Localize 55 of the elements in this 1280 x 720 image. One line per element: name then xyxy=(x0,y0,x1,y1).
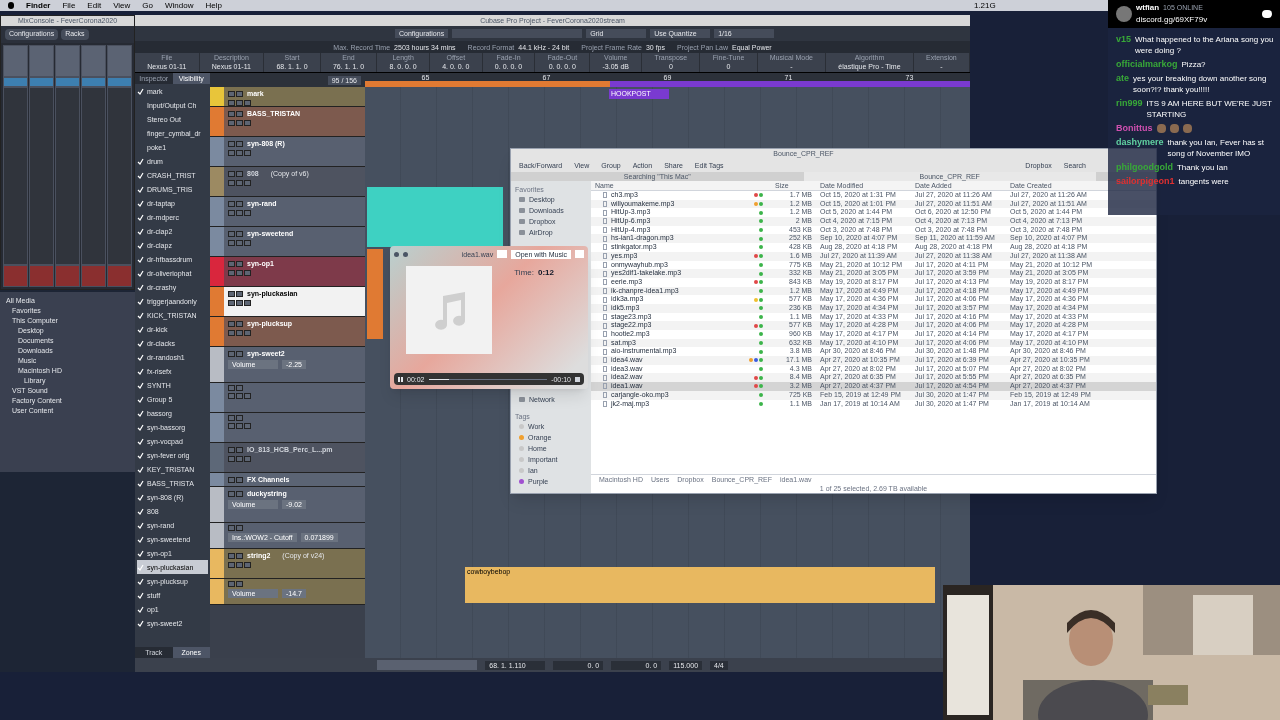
track-controls[interactable] xyxy=(228,552,243,559)
menu-item[interactable]: File xyxy=(62,0,76,12)
memory-status: 1.21G xyxy=(973,0,996,12)
chat-message: tangents were xyxy=(1178,176,1229,187)
time-label: Time: xyxy=(514,268,534,278)
track-controls[interactable] xyxy=(228,230,243,237)
track-header[interactable] xyxy=(210,413,365,443)
track-controls[interactable] xyxy=(228,490,243,497)
menu-item[interactable]: View xyxy=(113,0,131,12)
chat-username: dashymere xyxy=(1116,137,1164,148)
chat-message: yes your breaking down another song soon?!? thank you!!!!! xyxy=(1133,73,1268,95)
chat-username: sailorpigeon1 xyxy=(1116,176,1175,187)
track-controls[interactable] xyxy=(228,290,243,297)
track-controls[interactable] xyxy=(228,581,243,587)
discord-invite: discord.gg/69XF79v xyxy=(1136,14,1208,26)
chat-username: rin999 xyxy=(1116,98,1143,109)
chat-username: philgoodgold xyxy=(1116,162,1173,173)
menu-item[interactable]: Finder xyxy=(26,0,51,12)
chat-message: Thank you Ian xyxy=(1177,162,1228,173)
avatar xyxy=(1116,6,1132,22)
track-controls[interactable] xyxy=(228,320,243,327)
chat-message: What happened to the Ariana song you were doing ? xyxy=(1135,34,1275,56)
track-controls[interactable] xyxy=(228,260,243,267)
track-controls[interactable] xyxy=(228,393,251,399)
checkmark-icon[interactable] xyxy=(137,87,144,95)
folder-icon xyxy=(519,397,525,402)
track-controls[interactable] xyxy=(228,446,243,453)
track-controls[interactable] xyxy=(228,423,251,429)
menu-item[interactable]: Window xyxy=(165,0,194,12)
menu-item[interactable]: Edit xyxy=(87,0,102,12)
track-controls[interactable] xyxy=(228,90,243,97)
pause-icon[interactable] xyxy=(398,376,403,382)
track-controls[interactable] xyxy=(228,350,243,357)
track-controls[interactable] xyxy=(228,200,243,207)
track-controls[interactable] xyxy=(228,170,243,177)
track-controls[interactable] xyxy=(228,140,243,147)
chat-message: Pizza? xyxy=(1181,59,1206,70)
chat-username: Bonittus xyxy=(1116,123,1153,134)
track-controls[interactable] xyxy=(228,385,243,391)
chat-username: officialmarkog xyxy=(1116,59,1178,70)
chat-message: ITS 9 AM HERE BUT WE'RE JUST STARTING xyxy=(1146,98,1273,120)
menu-item[interactable]: Help xyxy=(205,0,222,12)
time-value: 0:12 xyxy=(538,268,554,278)
track-controls[interactable] xyxy=(228,415,243,421)
channel-name: wtfian xyxy=(1136,2,1160,14)
chat-message: thank you Ian, Fever has st song of November IMO xyxy=(1167,137,1266,159)
close-icon[interactable] xyxy=(394,251,399,257)
track-header[interactable] xyxy=(210,383,365,413)
menu-item[interactable]: Go xyxy=(142,0,153,12)
fullscreen-icon[interactable] xyxy=(403,251,408,257)
track-controls[interactable] xyxy=(228,476,243,483)
track-controls[interactable] xyxy=(228,110,243,117)
chat-username: ate xyxy=(1116,73,1129,84)
track-controls[interactable] xyxy=(228,525,243,531)
chat-username: v15 xyxy=(1116,34,1132,45)
